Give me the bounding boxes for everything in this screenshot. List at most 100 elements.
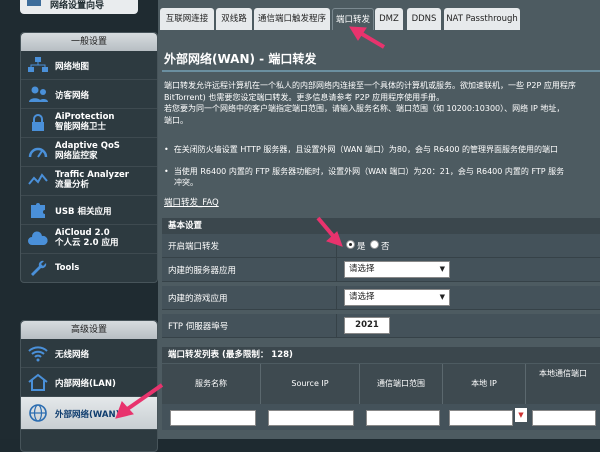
- game-app-label: 内建的游戏应用: [168, 294, 228, 304]
- ftp-port-row: FTP 伺服器埠号 2021: [162, 314, 600, 338]
- sidebar-item-wan[interactable]: 外部网络(WAN): [21, 397, 157, 430]
- globe-icon: [29, 404, 47, 422]
- sidebar-item-label: AiCloud 2.0: [55, 228, 110, 238]
- radio-no-label: 否: [381, 242, 390, 252]
- page-title: 外部网络(WAN) - 端口转发: [164, 52, 317, 66]
- radio-yes-label: 是: [357, 242, 366, 252]
- sidebar-item-traffic-analyzer[interactable]: Traffic Analyzer 流量分析: [21, 167, 157, 196]
- wizard-icon: [27, 0, 41, 6]
- sidebar-item-label: Tools: [55, 263, 80, 273]
- sidebar-item-label: 网络地图: [55, 62, 90, 72]
- title-divider: [162, 70, 600, 72]
- enable-port-forwarding-label: 开启端口转发: [168, 242, 220, 252]
- aiprotection-lock-icon: [32, 114, 44, 131]
- sidebar-item-sublabel: 流量分析: [55, 180, 90, 190]
- server-app-value: 请选择: [349, 264, 375, 274]
- usb-puzzle-icon: [31, 203, 45, 218]
- column-header: Source IP: [261, 364, 360, 404]
- sidebar-item-label: Adaptive QoS: [55, 141, 120, 151]
- service-name-input[interactable]: [170, 410, 256, 426]
- sidebar-item-sublabel: 网络监控家: [55, 151, 98, 161]
- main-area: 互联网连接 双线路 通信端口触发程序 端口转发 DMZ DDNS NAT Pas…: [158, 0, 600, 439]
- sidebar-item-label: 外部网络(WAN): [55, 410, 120, 420]
- sidebar-item-label: 内部网络(LAN): [55, 379, 116, 389]
- sidebar-item-usb-apps[interactable]: USB 相关应用: [21, 196, 157, 225]
- sidebar-item-label: AiProtection: [55, 112, 115, 122]
- sidebar-item-label: Traffic Analyzer: [55, 170, 129, 180]
- server-app-label: 内建的服务器应用: [168, 266, 237, 276]
- local-port-input[interactable]: [532, 410, 596, 426]
- sidebar-item-guest-network[interactable]: 访客网络: [21, 80, 157, 109]
- server-app-select[interactable]: 请选择 ▼: [344, 261, 450, 278]
- tab-port-forwarding[interactable]: 端口转发: [332, 8, 374, 31]
- local-ip-dropdown-button[interactable]: ▼: [515, 408, 527, 422]
- tab-bar: 互联网连接 双线路 通信端口触发程序 端口转发 DMZ DDNS NAT Pas…: [158, 8, 600, 31]
- radio-yes[interactable]: [346, 240, 355, 249]
- description-line: 端口。: [164, 115, 188, 125]
- radio-no[interactable]: [370, 240, 379, 249]
- description-line: BitTorrent) 也需要您设定端口转发。更多信息请参考 P2P 应用程序使…: [164, 92, 445, 102]
- port-range-input[interactable]: [366, 410, 440, 426]
- game-app-select[interactable]: 请选择 ▼: [344, 289, 450, 306]
- forward-list-table-header: 服务名称 Source IP 通信端口范围 本地 IP 本地通信端口: [162, 364, 600, 404]
- source-ip-input[interactable]: [268, 410, 354, 426]
- ftp-port-input[interactable]: 2021: [344, 317, 390, 334]
- local-ip-input[interactable]: [449, 410, 513, 426]
- sidebar-item-aicloud[interactable]: AiCloud 2.0 个人云 2.0 应用: [21, 225, 157, 254]
- chevron-down-icon: ▼: [439, 293, 445, 301]
- ftp-port-label: FTP 伺服器埠号: [168, 322, 229, 332]
- general-settings-header: 一般设置: [21, 33, 157, 51]
- sidebar-item-tools[interactable]: Tools: [21, 254, 157, 282]
- content-panel: 外部网络(WAN) - 端口转发 端口转发允许远程计算机在一个私人的内部网络内连…: [158, 30, 600, 439]
- server-app-row: 内建的服务器应用 请选择 ▼: [162, 258, 600, 282]
- sidebar-item-wireless[interactable]: 无线网络: [21, 339, 157, 368]
- sidebar-item-sublabel: 个人云 2.0 应用: [55, 238, 119, 248]
- sidebar-item-adaptive-qos[interactable]: Adaptive QoS 网络监控家: [21, 138, 157, 167]
- sidebar-item-network-map[interactable]: 网络地图: [21, 51, 157, 80]
- guest-network-icon: [29, 86, 48, 102]
- tab-dual-wan[interactable]: 双线路: [216, 8, 252, 30]
- advanced-settings-panel: 高级设置 无线网络 内部网络(LAN) 外部网络(WAN): [20, 320, 158, 452]
- general-settings-panel: 一般设置 网络地图 访客网络 AiProtection 智能网络卫士 Adapti…: [20, 32, 158, 283]
- sidebar-item-label: 无线网络: [55, 350, 90, 360]
- network-map-icon: [28, 57, 48, 72]
- tab-ddns[interactable]: DDNS: [407, 8, 441, 30]
- note-text: 当使用 R6400 内置的 FTP 服务器功能时，设置外网（WAN 端口）为20…: [173, 167, 565, 176]
- advanced-settings-header: 高级设置: [21, 321, 157, 339]
- game-app-row: 内建的游戏应用 请选择 ▼: [162, 286, 600, 310]
- tab-internet-connection[interactable]: 互联网连接: [160, 8, 214, 30]
- game-app-value: 请选择: [349, 292, 375, 302]
- tools-wrench-icon: [31, 260, 47, 276]
- column-header: 通信端口范围: [360, 364, 443, 404]
- qos-icon: [28, 147, 48, 158]
- description-line: 若您要为同一个网络中的客户端指定端口范围，请输入服务名称、端口范围（如 1020…: [164, 104, 565, 113]
- sidebar-item-setup-wizard[interactable]: 网络设置向导: [20, 0, 138, 14]
- home-icon: [28, 373, 48, 391]
- forward-list-input-row: ▼: [162, 404, 600, 430]
- note-bullet: • 在关闭防火墙设置 HTTP 服务器，且设置外网（WAN 端口）为80，会与 …: [164, 145, 559, 154]
- tab-port-trigger[interactable]: 通信端口触发程序: [254, 8, 330, 30]
- chevron-down-icon: ▼: [439, 265, 445, 273]
- sidebar-item-lan[interactable]: 内部网络(LAN): [21, 368, 157, 397]
- note-bullet: • 当使用 R6400 内置的 FTP 服务器功能时，设置外网（WAN 端口）为…: [164, 167, 565, 176]
- note-text: 冲突。: [174, 178, 198, 187]
- sidebar-item-sublabel: 智能网络卫士: [55, 122, 107, 132]
- column-header: 服务名称: [162, 364, 261, 404]
- wifi-icon: [28, 346, 48, 362]
- forward-list-header: 端口转发列表 (最多限制： 128): [162, 347, 600, 363]
- sidebar-item-label: USB 相关应用: [55, 207, 112, 217]
- column-header: 本地 IP: [443, 364, 526, 404]
- tab-nat-passthrough[interactable]: NAT Passthrough: [444, 8, 520, 30]
- basic-settings-header: 基本设置: [162, 218, 600, 234]
- sidebar-item-label: 访客网络: [55, 91, 90, 101]
- traffic-analyzer-icon: [28, 173, 48, 185]
- faq-link[interactable]: 端口转发_FAQ: [164, 196, 219, 208]
- column-header: 本地通信端口: [526, 364, 600, 404]
- tab-dmz[interactable]: DMZ: [375, 8, 403, 30]
- sidebar-item-aiprotection[interactable]: AiProtection 智能网络卫士: [21, 109, 157, 138]
- note-text: 在关闭防火墙设置 HTTP 服务器，且设置外网（WAN 端口）为80，会与 R6…: [173, 145, 559, 154]
- enable-port-forwarding-row: 开启端口转发 是 否: [162, 234, 600, 258]
- description-line: 端口转发允许远程计算机在一个私人的内部网络内连接至一个具体的计算机或服务。欲加速…: [164, 81, 576, 90]
- aicloud-icon: [28, 231, 48, 245]
- sidebar: 网络设置向导 一般设置 网络地图 访客网络 AiProtection 智能网络卫士…: [0, 0, 158, 452]
